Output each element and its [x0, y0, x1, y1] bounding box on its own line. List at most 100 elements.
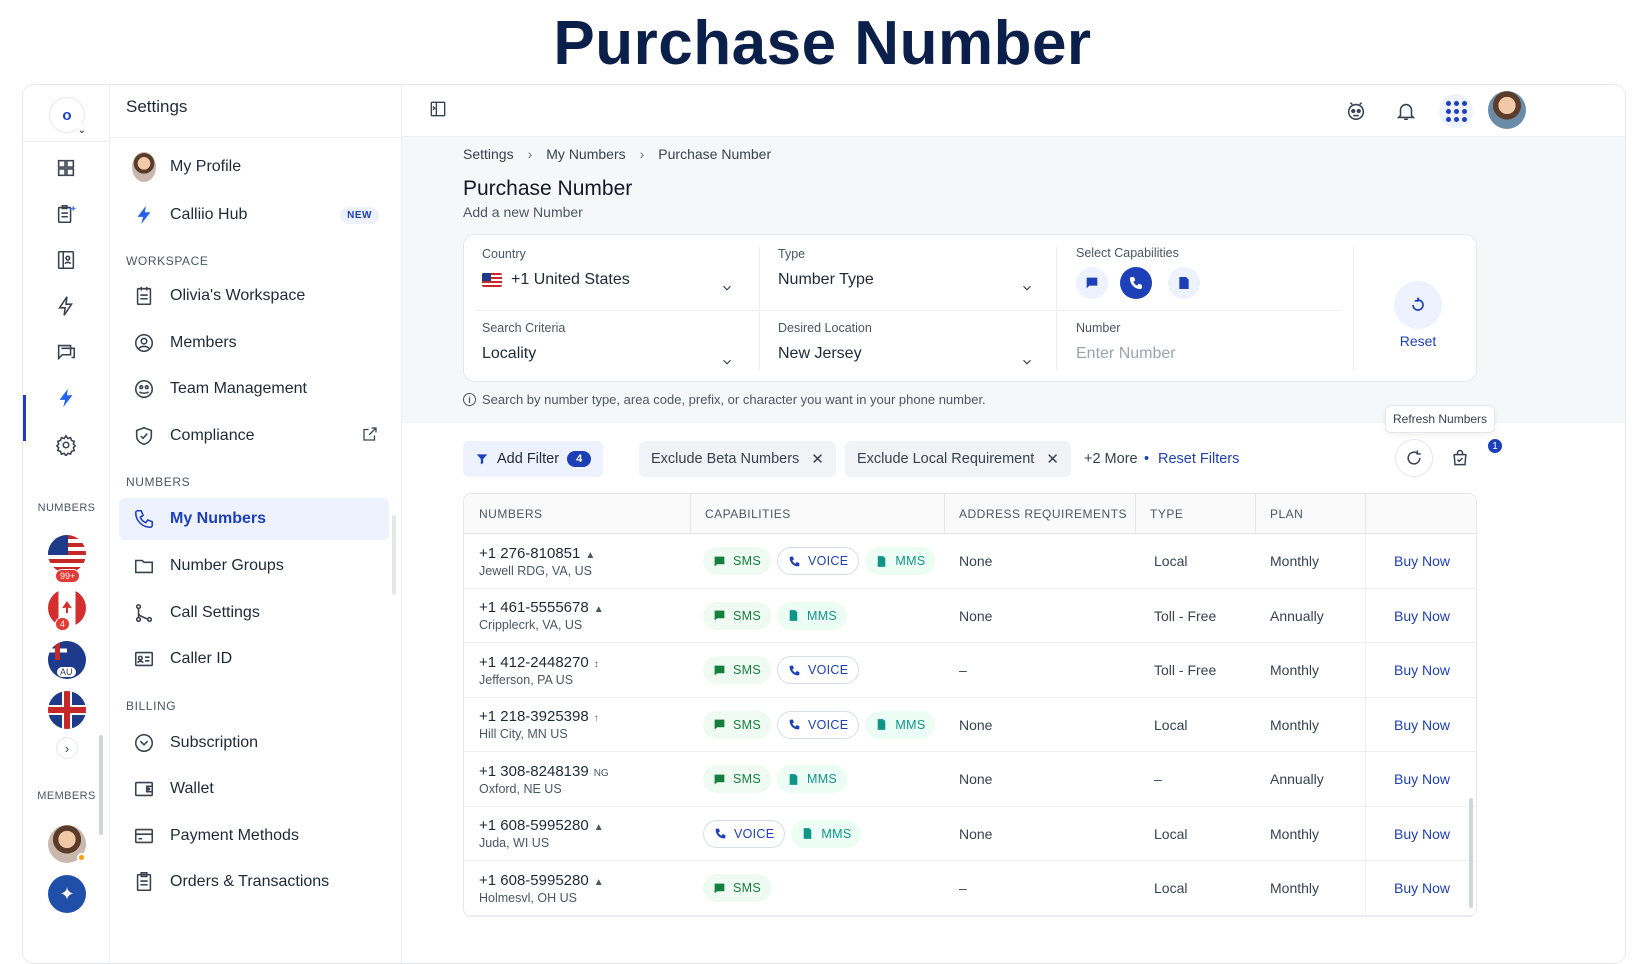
more-filters-link[interactable]: +2 More	[1084, 451, 1138, 467]
sidebar-item-members[interactable]: Members	[119, 322, 389, 364]
sidebar-item-team-management[interactable]: Team Management	[119, 368, 389, 410]
user-circle-icon	[132, 331, 156, 355]
ai-member-avatar[interactable]: ✦	[48, 875, 86, 913]
calliio-hub-icon[interactable]	[53, 385, 79, 411]
user-avatar[interactable]	[1488, 91, 1526, 129]
sidebar-item-caller-id[interactable]: Caller ID	[119, 638, 389, 680]
column-header[interactable]: PLAN	[1255, 494, 1365, 534]
breadcrumb-settings[interactable]: Settings	[463, 146, 514, 162]
number-field[interactable]: Number Enter Number	[1076, 321, 1336, 363]
filter-chip[interactable]: Exclude Beta Numbers ✕	[639, 441, 836, 477]
table-row[interactable]: +1 608-5995280 ▲ Juda, WI US VOICE MMS Non…	[464, 806, 1476, 861]
column-header[interactable]: CAPABILITIES	[690, 494, 944, 534]
address-requirement-cell: None	[959, 771, 993, 787]
type-select[interactable]: Type Number Type	[778, 247, 1034, 291]
column-header[interactable]: NUMBERS	[464, 494, 690, 534]
sidebar-toggle-icon[interactable]	[428, 99, 450, 121]
sidebar-item-call-settings[interactable]: Call Settings	[119, 592, 389, 634]
sidebar-item-calliio-hub[interactable]: Calliio Hub NEW	[119, 194, 389, 236]
sidebar-item-payment-methods[interactable]: Payment Methods	[119, 815, 389, 857]
sidebar-item-label: Subscription	[170, 734, 259, 751]
bell-icon[interactable]	[1389, 94, 1423, 128]
cart-icon	[1453, 449, 1467, 466]
search-criteria-select[interactable]: Search Criteria Locality	[482, 321, 734, 365]
sidebar-item-my-profile[interactable]: My Profile	[119, 146, 389, 188]
cart-button[interactable]	[1441, 439, 1479, 477]
sidebar-item-compliance[interactable]: Compliance	[119, 415, 389, 457]
tasks-sparkle-icon[interactable]	[53, 201, 79, 227]
ai-assistant-icon[interactable]	[1339, 94, 1373, 128]
chevron-down-icon	[1020, 281, 1034, 295]
buy-now-button[interactable]: Buy Now	[1394, 880, 1450, 896]
close-icon[interactable]: ✕	[1046, 450, 1059, 468]
sms-capability-toggle[interactable]	[1076, 267, 1108, 299]
uk-flag-number[interactable]	[48, 691, 86, 729]
capability-label: MMS	[807, 772, 838, 786]
mms-capability-toggle[interactable]	[1168, 267, 1200, 299]
sidebar-item-label: Wallet	[170, 780, 214, 797]
apps-grid-icon[interactable]	[1439, 94, 1473, 128]
column-header[interactable]: ADDRESS REQUIREMENTS	[944, 494, 1135, 534]
add-filter-button[interactable]: Add Filter 4	[463, 441, 604, 477]
dashboard-icon[interactable]	[53, 155, 79, 181]
table-row[interactable]: +1 461-5555678 ▲ Cripplecrk, VA, US SMS MM…	[464, 588, 1476, 643]
sidebar-item-my-numbers[interactable]: My Numbers	[119, 498, 389, 540]
sidebar-item-wallet[interactable]: Wallet	[119, 768, 389, 810]
capability-label: VOICE	[808, 663, 849, 677]
chat-icon[interactable]	[53, 339, 79, 365]
voice-capability-toggle[interactable]	[1120, 267, 1152, 299]
divider	[1353, 247, 1354, 371]
sidebar-scrollbar[interactable]	[392, 515, 396, 595]
expand-numbers-button[interactable]: ›	[56, 737, 78, 759]
settings-icon[interactable]	[53, 432, 79, 458]
shield-icon	[132, 424, 156, 448]
phone-number: +1 276-810851	[479, 544, 581, 562]
buy-now-button[interactable]: Buy Now	[1394, 826, 1450, 842]
filter-chip[interactable]: Exclude Local Requirement ✕	[845, 441, 1071, 477]
away-status-dot	[77, 853, 86, 862]
divider	[1365, 494, 1366, 534]
sidebar-item-orders[interactable]: Orders & Transactions	[119, 861, 389, 903]
sidebar-item-label: My Numbers	[170, 510, 267, 527]
table-row[interactable]: +1 276-810851 ▲ Jewell RDG, VA, US SMS VOI…	[464, 534, 1476, 589]
column-header[interactable]: TYPE	[1135, 494, 1255, 534]
buy-now-button[interactable]: Buy Now	[1394, 662, 1450, 678]
table-row[interactable]: +1 308-8248139 NG Oxford, NE US SMS MMS No…	[464, 752, 1476, 807]
breadcrumb-my-numbers[interactable]: My Numbers	[546, 146, 625, 162]
buy-now-button[interactable]: Buy Now	[1394, 608, 1450, 624]
profile-avatar	[132, 152, 156, 182]
country-select[interactable]: Country +1 United States	[482, 247, 734, 291]
sidebar-item-number-groups[interactable]: Number Groups	[119, 545, 389, 587]
desired-location-select[interactable]: Desired Location New Jersey	[778, 321, 1034, 365]
buy-cell: Buy Now	[1365, 588, 1476, 643]
bolt-icon[interactable]	[53, 293, 79, 319]
rail-scrollbar[interactable]	[99, 735, 103, 835]
sidebar-item-subscription[interactable]: Subscription	[119, 722, 389, 764]
buy-cell: Buy Now	[1365, 806, 1476, 861]
refresh-numbers-button[interactable]	[1395, 439, 1433, 477]
reset-filters-link[interactable]: Reset Filters	[1158, 451, 1239, 467]
buy-now-button[interactable]: Buy Now	[1394, 717, 1450, 733]
table-row[interactable]: +1 412-2448270 ↕ Jefferson, PA US SMS VOIC…	[464, 643, 1476, 698]
buy-now-button[interactable]: Buy Now	[1394, 771, 1450, 787]
type-label: Type	[778, 247, 806, 261]
top-bar	[402, 85, 1625, 137]
table-row[interactable]: +1 218-3925398 ↑ Hill City, MN US SMS VOIC…	[464, 697, 1476, 752]
close-icon[interactable]: ✕	[811, 450, 824, 468]
table-row[interactable]: +1 608-5995280 ▲ Holmesvl, OH US SMS – Lo…	[464, 861, 1476, 916]
sidebar-title: Settings	[126, 97, 188, 116]
table-scrollbar[interactable]	[1469, 798, 1473, 908]
sidebar-item-workspace[interactable]: Olivia's Workspace	[119, 275, 389, 317]
workspace-switcher[interactable]: o ⌄	[49, 97, 86, 136]
contacts-icon[interactable]	[53, 247, 79, 273]
number-input[interactable]: Enter Number	[1076, 345, 1336, 363]
sidebar-item-label: Compliance	[170, 427, 255, 444]
refresh-tooltip: Refresh Numbers	[1385, 405, 1496, 433]
capabilities-label: Select Capabilities	[1076, 246, 1179, 260]
mms-icon	[875, 718, 895, 731]
reset-button[interactable]	[1394, 281, 1442, 329]
reset-label[interactable]: Reset	[1382, 333, 1454, 349]
us-flag-number[interactable]	[48, 535, 86, 573]
buy-now-button[interactable]: Buy Now	[1394, 553, 1450, 569]
external-link-icon[interactable]	[361, 425, 379, 448]
